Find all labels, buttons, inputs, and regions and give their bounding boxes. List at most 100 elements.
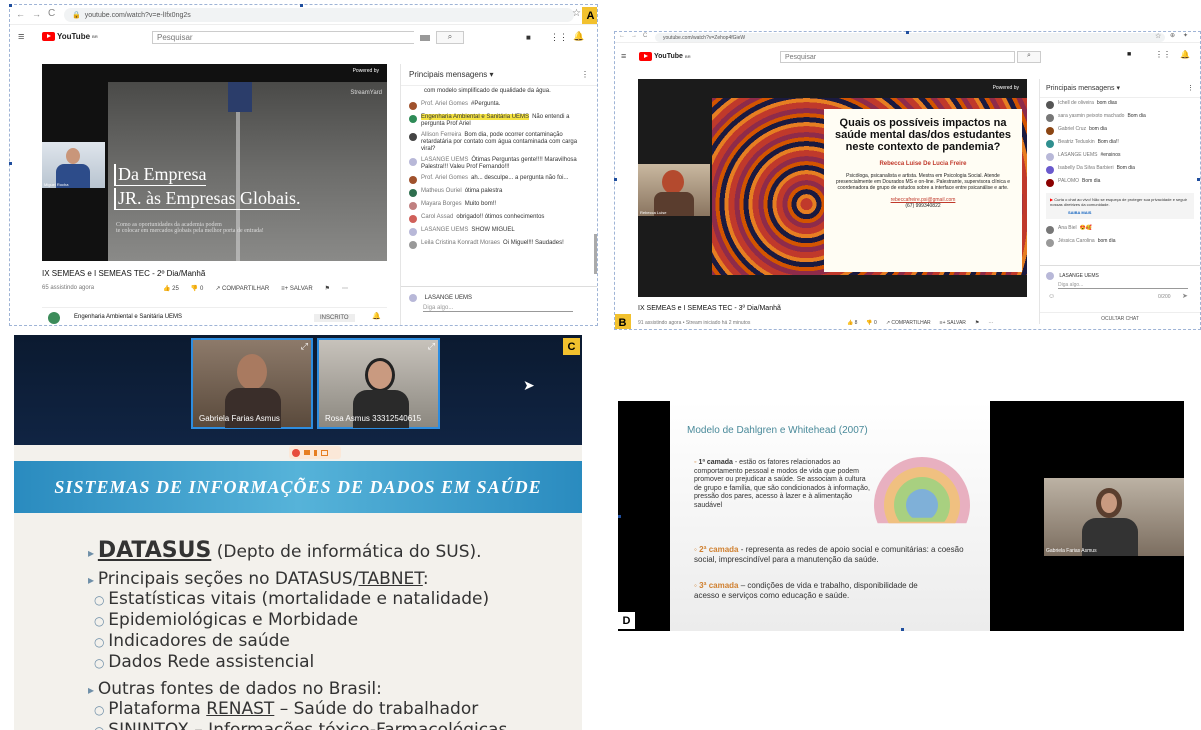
panel-d: Modelo de Dahlgren e Whitehead (2007) ◦ … [618, 401, 1184, 631]
more-vert-icon[interactable]: ⋮ [1187, 84, 1194, 92]
author-name: Leila Cristina Konradt Moraes [421, 240, 501, 246]
back-icon[interactable]: ← [16, 9, 25, 19]
youtube-logo[interactable]: YouTube BR [639, 52, 691, 61]
slide-banner: SISTEMAS DE INFORMAÇÕES DE DADOS EM SAÚD… [14, 461, 582, 513]
youtube-logo[interactable]: YouTube BR [42, 32, 98, 41]
channel-name[interactable]: Engenharia Ambiental e Sanitária UEMS [74, 314, 182, 320]
more-icon[interactable]: ⋯ [342, 285, 348, 292]
tabnet-link[interactable]: TABNET [358, 569, 422, 589]
message-body: Gabriel Cruz bom dia [1058, 126, 1107, 132]
camera-icon[interactable] [304, 450, 310, 455]
slide-title-line-1: Da Empresa [114, 164, 207, 186]
expand-icon[interactable]: ⤢ [301, 341, 308, 352]
reload-icon[interactable]: C [643, 33, 647, 39]
list-item-text: Epidemiológicas e Morbidade [108, 610, 359, 630]
chat-header[interactable]: Principais mensagens ▾ ⋮ [1040, 79, 1200, 98]
expand-icon[interactable]: ⤢ [428, 341, 435, 352]
slide-title: Modelo de Dahlgren e Whitehead (2007) [687, 425, 868, 436]
pin-icon[interactable]: ✦ [1183, 32, 1188, 39]
user-avatar [409, 215, 417, 223]
address-bar[interactable]: youtube.com/watch?v=Zehop4fGieW [655, 33, 1165, 42]
chat-scrollbar[interactable] [594, 234, 597, 274]
chat-message: Prof. Ariel Gomes #Pergunta. [401, 99, 597, 112]
search-button[interactable]: ⌕ [1017, 51, 1041, 63]
selection-handle [614, 178, 617, 181]
hide-chat-button[interactable]: OCULTAR CHAT [1040, 312, 1200, 322]
screen-icon[interactable] [321, 449, 328, 456]
address-bar[interactable]: 🔒 youtube.com/watch?v=e-lIfx0ng2s [64, 8, 574, 22]
like-button[interactable]: 👍 25 [163, 285, 179, 292]
mic-icon[interactable] [314, 449, 317, 456]
extension-icon[interactable]: ⊕ [1170, 32, 1175, 39]
reload-icon[interactable]: C [48, 8, 55, 19]
flag-icon[interactable]: ⚑ [975, 320, 979, 326]
bookmark-star-icon[interactable]: ☆ [572, 8, 581, 19]
search-input[interactable]: Pesquisar [780, 51, 1015, 63]
dislike-button[interactable]: 👎 0 [191, 285, 204, 292]
chat-input[interactable]: Diga algo... [1058, 282, 1188, 289]
emoji-icon[interactable]: ☺ [1048, 293, 1055, 300]
chat-message: Jéssica Carolina bom dia [1040, 236, 1200, 249]
bookmark-star-icon[interactable]: ☆ [1155, 32, 1161, 40]
notification-bell-icon[interactable]: 🔔 [372, 312, 381, 320]
apps-icon[interactable]: ⋮⋮ [550, 32, 568, 43]
circle-bullet-icon: ○ [94, 635, 109, 649]
speaker-camera: Rebecca Luise [638, 164, 710, 216]
participant-name-2: Rosa Asmus 33312540615 [325, 414, 422, 423]
share-button[interactable]: ↗ COMPARTILHAR [215, 285, 269, 292]
learn-more-link[interactable]: SAIBA MAIS [1050, 210, 1190, 215]
datasus-link[interactable]: DATASUS [98, 538, 211, 563]
share-icon: ↗ [885, 320, 891, 326]
notification-bell-icon[interactable]: 🔔 [1180, 50, 1190, 59]
channel-avatar[interactable] [48, 312, 60, 324]
search-input[interactable]: Pesquisar [152, 31, 414, 44]
share-button[interactable]: ↗ COMPARTILHAR [886, 320, 931, 326]
chat-input[interactable]: Diga algo... [423, 305, 573, 312]
more-vert-icon[interactable]: ⋮ [581, 70, 589, 79]
chat-messages: Ichell de oliveira bom dias sara yasmin pe… [1040, 98, 1200, 189]
user-avatar [1046, 127, 1054, 135]
participant-face [1101, 493, 1117, 513]
participant-tile-2[interactable]: ⤢ Rosa Asmus 33312540615 [317, 338, 440, 429]
url-text: youtube.com/watch?v=Zehop4fGieW [663, 34, 746, 41]
chat-header[interactable]: Principais mensagens ▾ ⋮ [401, 64, 597, 86]
screen-share-toolbar[interactable] [289, 446, 341, 459]
participant-tile-1[interactable]: ⤢ Gabriela Farias Asmus [191, 338, 313, 429]
video-player[interactable]: Quais os possíveis impactos na saúde men… [638, 79, 1027, 297]
search-button[interactable]: ⌕ [436, 31, 464, 44]
create-video-icon[interactable]: ■ [526, 33, 531, 42]
list-item: ○ Dados Rede assistencial [94, 652, 507, 673]
menu-icon[interactable]: ≡ [621, 51, 626, 61]
subscribed-button[interactable]: INSCRITO [314, 314, 355, 322]
forward-icon[interactable]: → [32, 9, 41, 19]
back-icon[interactable]: ← [619, 33, 625, 39]
notification-bell-icon[interactable]: 🔔 [573, 31, 584, 42]
forward-icon[interactable]: → [631, 33, 637, 39]
message-body: LASANGE UEMS SHOW MIGUEL [421, 227, 515, 234]
author-name: Matheus Ouriel [421, 188, 462, 194]
user-avatar [409, 115, 417, 123]
like-button[interactable]: 👍 8 [847, 320, 857, 326]
save-button[interactable]: ≡+ SALVAR [281, 286, 312, 292]
create-video-icon[interactable]: ■ [1127, 51, 1131, 58]
menu-icon[interactable]: ≡ [18, 31, 24, 43]
dropdown-icon: ▾ [489, 70, 494, 79]
chat-input-area: LASANGE UEMS Diga algo... ☺ 0/200 ➤ OCUL… [1040, 265, 1200, 324]
keyboard-icon[interactable] [420, 35, 430, 41]
selection-handle [300, 4, 303, 7]
participant-camera[interactable]: Gabriela Farias Asmus [1044, 478, 1184, 556]
dislike-button[interactable]: 👎 0 [866, 320, 876, 326]
layer-1-text: ◦ 1ª camada - estão os fatores relaciona… [694, 459, 870, 509]
author-name: Prof. Ariel Gomes [421, 175, 469, 181]
author-name: Ichell de oliveira [1058, 100, 1094, 106]
record-icon[interactable] [292, 448, 300, 457]
save-button[interactable]: ≡+ SALVAR [940, 320, 966, 326]
send-icon[interactable]: ➤ [1182, 292, 1188, 300]
apps-icon[interactable]: ⋮⋮ [1155, 50, 1171, 59]
chat-message: Leila Cristina Konradt Moraes Oi Miguel!!… [401, 238, 597, 251]
more-icon[interactable]: ⋯ [988, 320, 993, 326]
flag-icon[interactable]: ⚑ [325, 285, 330, 292]
renast-link[interactable]: RENAST [206, 699, 274, 719]
video-player[interactable]: Miguel Rocha Powered by StreamYard Da Em… [42, 64, 387, 261]
message-text: #ensinos [1100, 152, 1121, 158]
